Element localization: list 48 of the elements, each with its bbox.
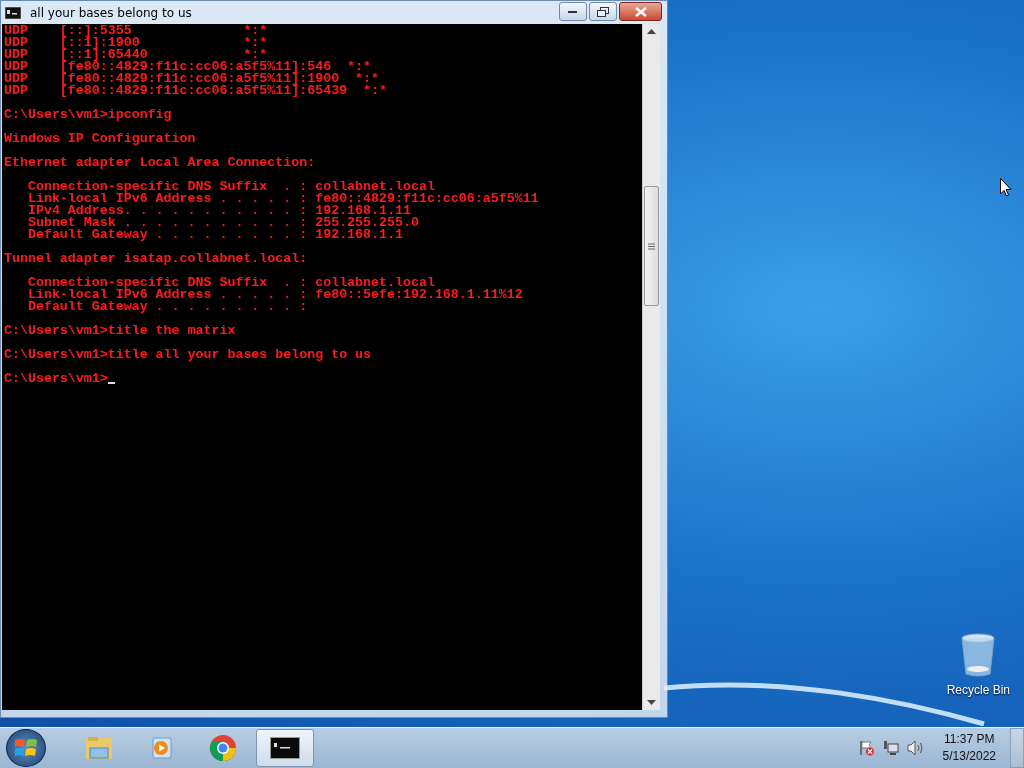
- console-line: C:\Users\vm1>ipconfig: [4, 109, 173, 121]
- console-line: UDP [fe80::4829:f11c:cc06:a5f5%11]:1900 *:*: [4, 73, 380, 85]
- close-button[interactable]: [619, 2, 662, 21]
- network-icon[interactable]: [882, 740, 899, 756]
- console-line: IPv4 Address. . . . . . . . . . . : 192.168.1.11: [26, 205, 411, 217]
- console-line: C:\Users\vm1>title all your bases belong to us: [4, 349, 373, 361]
- console-line: Link-local IPv6 Address . . . . . : fe80::5efe:192.168.1.11%12: [26, 289, 524, 301]
- console-line: UDP [::1]:65440 *:*: [4, 49, 268, 61]
- console-line: Default Gateway . . . . . . . . . :: [26, 301, 309, 313]
- console-line: Link-local IPv6 Address . . . . . : fe80::4829:f11c:cc06:a5f5%11: [26, 193, 540, 205]
- window-title: all your bases belong to us: [30, 5, 193, 20]
- grip-icon: [648, 242, 655, 250]
- vertical-scrollbar[interactable]: [642, 24, 660, 710]
- console-line: Default Gateway . . . . . . . . . : 192.168.1.1: [26, 229, 404, 241]
- clock[interactable]: 11:37 PM 5/13/2022: [942, 731, 996, 765]
- text-cursor: [107, 382, 115, 384]
- console-line: UDP [fe80::4829:f11c:cc06:a5f5%11]:546 *:*: [4, 61, 372, 73]
- scrollbar-thumb[interactable]: [644, 186, 659, 306]
- taskbar-app-button[interactable]: [256, 729, 314, 767]
- console-icon: [270, 737, 300, 759]
- console-line: Windows IP Configuration: [4, 133, 197, 145]
- browser-icon: [209, 734, 237, 762]
- desktop-icon-label[interactable]: Recycle Bin: [946, 683, 1010, 697]
- console-line: C:\Users\vm1>title the matrix: [4, 325, 237, 337]
- console-line: Connection-specific DNS Suffix . : collabnet.local: [26, 277, 435, 289]
- console-icon: [5, 6, 21, 19]
- mouse-pointer-icon: [1000, 178, 1012, 197]
- close-icon: [634, 6, 647, 17]
- clock-date: 5/13/2022: [942, 748, 996, 765]
- console-line: UDP [fe80::4829:f11c:cc06:a5f5%11]:65439 *:*: [4, 85, 388, 97]
- clock-time: 11:37 PM: [944, 731, 995, 748]
- speaker-icon[interactable]: [906, 740, 925, 756]
- console-line: Ethernet adapter Local Area Connection:: [4, 157, 317, 169]
- console-line: Connection-specific DNS Suffix . : collabnet.local: [26, 181, 435, 193]
- restore-button[interactable]: [589, 2, 617, 21]
- folder-icon: [84, 735, 114, 761]
- console-line: Subnet Mask . . . . . . . . . . . : 255.255.255.0: [26, 217, 420, 229]
- recycle-bin-icon[interactable]: [961, 633, 996, 677]
- restore-icon: [597, 6, 609, 17]
- scroll-down-icon[interactable]: [647, 700, 656, 705]
- console-line: Tunnel adapter isatap.collabnet.local:: [4, 253, 309, 265]
- start-button[interactable]: [6, 729, 46, 767]
- action-center-flag-icon[interactable]: [858, 740, 875, 756]
- console-line: UDP [::]:5355 *:*: [4, 25, 269, 37]
- minimize-button[interactable]: [559, 2, 587, 21]
- scroll-up-icon[interactable]: [647, 29, 656, 34]
- console-line: UDP [::1]:1900 *:*: [4, 37, 269, 49]
- command-prompt: C:\Users\vm1>: [4, 373, 108, 385]
